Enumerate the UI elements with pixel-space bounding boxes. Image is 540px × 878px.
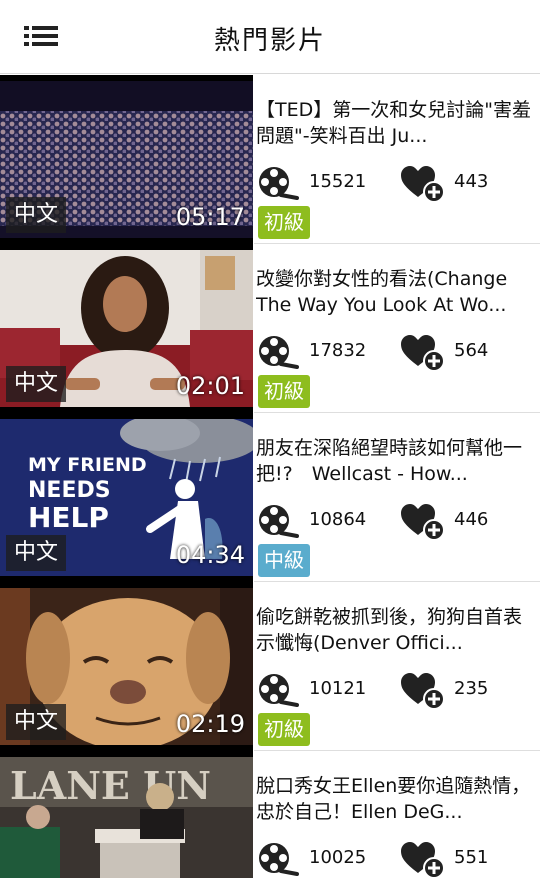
heart-add-icon[interactable] <box>400 503 446 541</box>
video-title[interactable]: 【TED】第一次和女兒討論"害羞問題"-笑料百出 Ju... <box>256 97 540 149</box>
video-info: 朋友在深陷絕望時該如何幫他一把!? Wellcast - How... 1086… <box>254 413 540 582</box>
heart-add-icon[interactable] <box>400 334 446 372</box>
video-list: 中文 05:17 【TED】第一次和女兒討論"害羞問題"-笑料百出 Ju... … <box>0 75 540 878</box>
video-thumbnail[interactable]: 中文 02:19 <box>0 582 253 751</box>
app-header: 熱門影片 <box>0 0 540 74</box>
film-reel-icon <box>259 167 299 200</box>
video-item[interactable]: 中文 02:01 改變你對女性的看法(Change The Way You Lo… <box>0 244 540 413</box>
thumb-text-line2: NEEDS <box>28 478 111 503</box>
ellen-thumbnail-image: LANE UN <box>0 757 253 878</box>
video-title[interactable]: 改變你對女性的看法(Change The Way You Look At Wo.… <box>256 266 540 318</box>
level-badge: 初級 <box>258 713 310 746</box>
thumb-text-line1: MY FRIEND <box>28 454 147 476</box>
film-reel-icon <box>259 336 299 369</box>
thumb-text-line3: HELP <box>28 501 109 534</box>
page-title: 熱門影片 <box>213 26 326 56</box>
language-tag: 中文 <box>6 704 67 740</box>
like-count: 235 <box>454 678 489 699</box>
like-count: 446 <box>454 509 489 530</box>
view-count: 10121 <box>309 678 367 699</box>
video-thumbnail[interactable]: 中文 02:01 <box>0 244 253 413</box>
video-item[interactable]: 中文 05:17 【TED】第一次和女兒討論"害羞問題"-笑料百出 Ju... … <box>0 75 540 244</box>
film-reel-icon <box>259 674 299 707</box>
video-item[interactable]: 中文 02:19 偷吃餅乾被抓到後，狗狗自首表示懺悔(Denver Offici… <box>0 582 540 751</box>
video-info: 【TED】第一次和女兒討論"害羞問題"-笑料百出 Ju... 15521 443… <box>254 75 540 244</box>
heart-add-icon[interactable] <box>400 841 446 878</box>
video-duration: 02:19 <box>175 710 245 738</box>
view-count: 10025 <box>309 847 367 868</box>
video-title[interactable]: 朋友在深陷絕望時該如何幫他一把!? Wellcast - How... <box>256 435 540 487</box>
language-tag: 中文 <box>6 535 67 571</box>
video-duration: 05:17 <box>175 203 245 231</box>
heart-add-icon[interactable] <box>400 165 446 203</box>
video-thumbnail[interactable]: MY FRIEND NEEDS HELP 中文 04:34 <box>0 413 253 582</box>
video-title[interactable]: 脫口秀女王Ellen要你追隨熱情，忠於自己！Ellen DeG... <box>256 773 540 825</box>
film-reel-icon <box>259 843 299 876</box>
view-count: 15521 <box>309 171 367 192</box>
heart-add-icon[interactable] <box>400 672 446 710</box>
video-info: 改變你對女性的看法(Change The Way You Look At Wo.… <box>254 244 540 413</box>
video-info: 脫口秀女王Ellen要你追隨熱情，忠於自己！Ellen DeG... 10025… <box>254 751 540 878</box>
video-thumbnail[interactable]: LANE UN <box>0 751 253 878</box>
like-count: 551 <box>454 847 489 868</box>
like-count: 443 <box>454 171 489 192</box>
language-tag: 中文 <box>6 366 67 402</box>
thumb-text-banner: LANE UN <box>10 763 211 808</box>
video-duration: 02:01 <box>175 372 245 400</box>
video-duration: 04:34 <box>175 541 245 569</box>
view-count: 10864 <box>309 509 367 530</box>
film-reel-icon <box>259 505 299 538</box>
like-count: 564 <box>454 340 489 361</box>
view-count: 17832 <box>309 340 367 361</box>
video-item[interactable]: LANE UN 脫口秀女王Ellen要你追隨熱情，忠於自己！Ellen DeG.… <box>0 751 540 878</box>
language-tag: 中文 <box>6 197 67 233</box>
level-badge: 中級 <box>258 544 310 577</box>
video-item[interactable]: MY FRIEND NEEDS HELP 中文 04:34 朋友在深陷絕望時該如… <box>0 413 540 582</box>
level-badge: 初級 <box>258 206 310 239</box>
video-title[interactable]: 偷吃餅乾被抓到後，狗狗自首表示懺悔(Denver Offici... <box>256 604 540 656</box>
level-badge: 初級 <box>258 375 310 408</box>
video-info: 偷吃餅乾被抓到後，狗狗自首表示懺悔(Denver Offici... 10121… <box>254 582 540 751</box>
video-thumbnail[interactable]: 中文 05:17 <box>0 75 253 244</box>
